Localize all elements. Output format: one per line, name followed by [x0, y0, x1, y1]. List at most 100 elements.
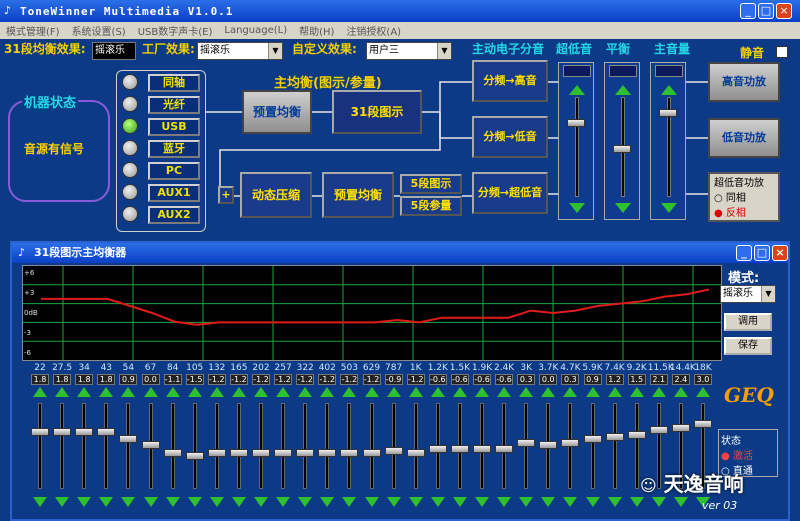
- subwoofer-fader[interactable]: [558, 62, 594, 220]
- arrow-up-icon[interactable]: [430, 387, 445, 397]
- band-slider-knob[interactable]: [97, 428, 116, 437]
- band-slider-knob[interactable]: [362, 449, 381, 458]
- band-slider-knob[interactable]: [605, 432, 624, 441]
- band-slider-knob[interactable]: [163, 448, 182, 457]
- arrow-down-icon[interactable]: [661, 203, 677, 213]
- arrow-down-icon[interactable]: [497, 497, 512, 507]
- arrow-up-icon[interactable]: [629, 387, 644, 397]
- high-amp-button[interactable]: 高音功放: [708, 62, 780, 102]
- arrow-down-icon[interactable]: [452, 497, 467, 507]
- band-slider-knob[interactable]: [229, 449, 248, 458]
- arrow-down-icon[interactable]: [55, 497, 70, 507]
- low-amp-button[interactable]: 低音功放: [708, 118, 780, 158]
- band-slider-knob[interactable]: [53, 428, 72, 437]
- fader-knob[interactable]: [567, 119, 585, 127]
- fader-knob[interactable]: [659, 109, 677, 117]
- volume-fader[interactable]: [650, 62, 686, 220]
- arrow-down-icon[interactable]: [475, 497, 489, 507]
- arrow-up-icon[interactable]: [661, 85, 677, 95]
- arrow-up-icon[interactable]: [541, 387, 556, 397]
- band-slider-knob[interactable]: [561, 438, 580, 447]
- arrow-down-icon[interactable]: [629, 497, 644, 507]
- arrow-up-icon[interactable]: [342, 387, 357, 397]
- band-slider-knob[interactable]: [252, 449, 270, 458]
- arrow-up-icon[interactable]: [165, 387, 180, 397]
- arrow-up-icon[interactable]: [99, 387, 114, 397]
- arrow-down-icon[interactable]: [563, 497, 578, 507]
- arrow-down-icon[interactable]: [541, 497, 556, 507]
- arrow-up-icon[interactable]: [254, 387, 268, 397]
- arrow-up-icon[interactable]: [55, 387, 70, 397]
- band-slider-knob[interactable]: [384, 447, 403, 456]
- arrow-down-icon[interactable]: [651, 497, 666, 507]
- maximize-button[interactable]: □: [754, 245, 770, 261]
- band-slider-knob[interactable]: [473, 445, 491, 454]
- arrow-down-icon[interactable]: [408, 497, 423, 507]
- arrow-up-icon[interactable]: [475, 387, 489, 397]
- arrow-down-icon[interactable]: [276, 497, 291, 507]
- arrow-down-icon[interactable]: [298, 497, 313, 507]
- arrow-down-icon[interactable]: [99, 497, 114, 507]
- arrow-down-icon[interactable]: [386, 497, 401, 507]
- arrow-up-icon[interactable]: [607, 387, 622, 397]
- arrow-down-icon[interactable]: [342, 497, 357, 507]
- balance-fader[interactable]: [604, 62, 640, 220]
- arrow-down-icon[interactable]: [254, 497, 268, 507]
- arrow-down-icon[interactable]: [430, 497, 445, 507]
- arrow-down-icon[interactable]: [615, 203, 631, 213]
- arrow-down-icon[interactable]: [569, 203, 585, 213]
- arrow-down-icon[interactable]: [607, 497, 622, 507]
- arrow-up-icon[interactable]: [585, 387, 600, 397]
- phase-out-radio[interactable]: ● 反相: [714, 204, 778, 219]
- arrow-up-icon[interactable]: [651, 387, 666, 397]
- arrow-down-icon[interactable]: [165, 497, 180, 507]
- arrow-down-icon[interactable]: [187, 497, 202, 507]
- band-slider-knob[interactable]: [671, 424, 690, 433]
- state-active-radio[interactable]: ● 激活: [721, 447, 775, 462]
- arrow-up-icon[interactable]: [696, 387, 710, 397]
- arrow-up-icon[interactable]: [187, 387, 202, 397]
- arrow-up-icon[interactable]: [569, 85, 585, 95]
- phase-in-radio[interactable]: ○ 同相: [714, 189, 778, 204]
- arrow-down-icon[interactable]: [673, 497, 688, 507]
- arrow-up-icon[interactable]: [298, 387, 313, 397]
- band-slider-knob[interactable]: [75, 428, 94, 437]
- band-slider-knob[interactable]: [517, 438, 536, 447]
- arrow-down-icon[interactable]: [231, 497, 246, 507]
- band-slider-knob[interactable]: [627, 430, 646, 439]
- band-slider-knob[interactable]: [185, 451, 204, 460]
- arrow-up-icon[interactable]: [209, 387, 224, 397]
- arrow-up-icon[interactable]: [77, 387, 92, 397]
- arrow-up-icon[interactable]: [364, 387, 379, 397]
- arrow-down-icon[interactable]: [143, 497, 158, 507]
- arrow-down-icon[interactable]: [77, 497, 92, 507]
- band-slider-knob[interactable]: [694, 420, 712, 428]
- arrow-up-icon[interactable]: [408, 387, 423, 397]
- apply-button[interactable]: 调用: [724, 313, 772, 331]
- band-slider-knob[interactable]: [119, 434, 138, 443]
- close-button[interactable]: ×: [772, 245, 788, 261]
- arrow-up-icon[interactable]: [231, 387, 246, 397]
- arrow-up-icon[interactable]: [33, 387, 47, 397]
- fader-knob[interactable]: [613, 145, 631, 153]
- band-slider-knob[interactable]: [649, 426, 668, 435]
- arrow-up-icon[interactable]: [386, 387, 401, 397]
- arrow-up-icon[interactable]: [121, 387, 136, 397]
- arrow-down-icon[interactable]: [320, 497, 335, 507]
- arrow-up-icon[interactable]: [519, 387, 534, 397]
- save-button[interactable]: 保存: [724, 337, 772, 355]
- band-slider-knob[interactable]: [141, 441, 160, 449]
- arrow-down-icon[interactable]: [585, 497, 600, 507]
- arrow-up-icon[interactable]: [276, 387, 291, 397]
- band-slider-knob[interactable]: [340, 449, 359, 458]
- arrow-down-icon[interactable]: [121, 497, 136, 507]
- band-slider-knob[interactable]: [318, 449, 337, 458]
- arrow-down-icon[interactable]: [209, 497, 224, 507]
- arrow-up-icon[interactable]: [452, 387, 467, 397]
- band-slider-knob[interactable]: [539, 441, 558, 449]
- minimize-button[interactable]: _: [736, 245, 752, 261]
- band-slider-knob[interactable]: [296, 449, 315, 458]
- band-slider-knob[interactable]: [583, 434, 602, 443]
- arrow-up-icon[interactable]: [615, 85, 631, 95]
- band-slider-knob[interactable]: [495, 445, 514, 454]
